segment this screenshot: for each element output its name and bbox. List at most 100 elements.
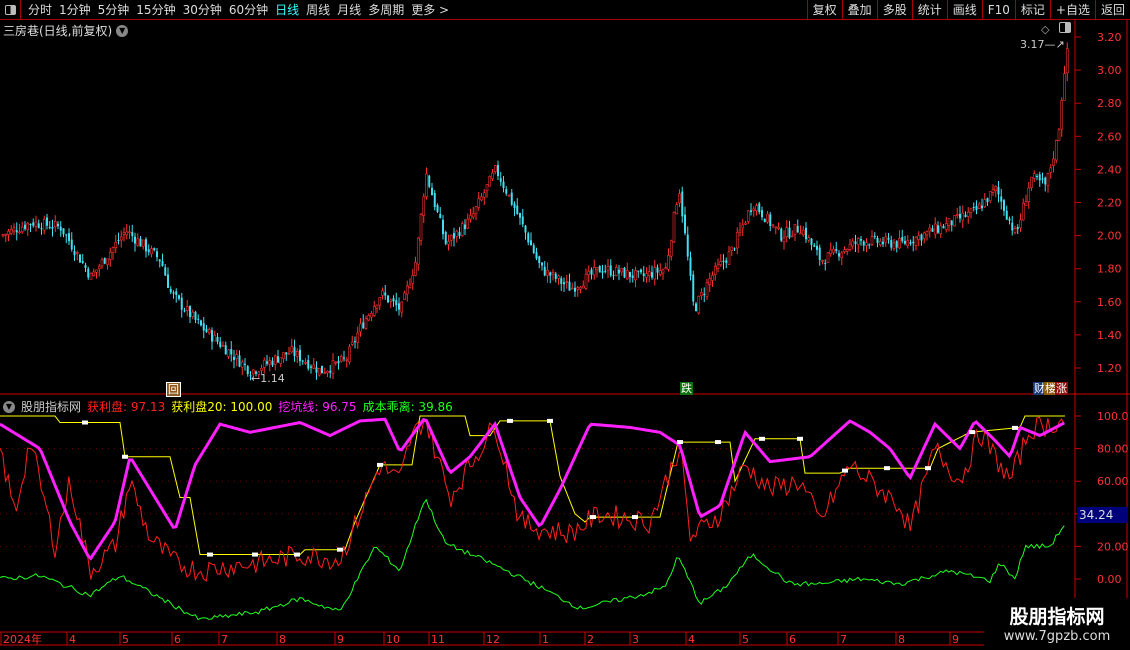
chart-canvas[interactable]: 3.20 3.00 2.80 2.60 2.40 2.20 2.00 1.80 1.60 1.40… (0, 0, 1130, 650)
candle-body (766, 213, 769, 223)
candle-body (719, 261, 723, 265)
candle-body (933, 223, 937, 235)
candle-body (799, 232, 802, 235)
candle-body (37, 223, 40, 228)
candle-body (356, 332, 360, 343)
diamond-icon[interactable]: ◇ (1040, 23, 1050, 36)
candle-body (917, 235, 921, 240)
candle-body (813, 245, 816, 247)
candle-body (983, 199, 987, 208)
candle-body (656, 267, 659, 273)
candle-body (1038, 174, 1041, 181)
candle-body (678, 193, 681, 204)
chevron-down-icon[interactable]: ▼ (3, 400, 15, 413)
candle-body (131, 232, 134, 236)
candle-body (997, 187, 1000, 195)
candle-body (1027, 187, 1031, 202)
candle-body (172, 292, 175, 294)
candle-body (818, 247, 821, 260)
candle-body (200, 320, 202, 326)
signal-marker (207, 552, 213, 557)
candle-body (1008, 218, 1011, 221)
candle-body (221, 344, 225, 347)
candle-body (592, 267, 596, 276)
candle-body (428, 175, 431, 187)
candle-body (942, 225, 945, 229)
marker-die[interactable]: 跌 (680, 382, 693, 395)
candle-body (65, 234, 68, 236)
candle-body (640, 269, 642, 273)
candle-body (122, 232, 126, 235)
candle-body (317, 368, 321, 376)
candle-body (70, 239, 73, 250)
candle-body (777, 226, 780, 229)
candle-body (331, 360, 335, 374)
candle-body (436, 205, 439, 212)
candle-body (350, 341, 354, 345)
candle-body (103, 258, 106, 264)
price-tick-label: 1.20 (1097, 362, 1122, 375)
signal-marker (547, 418, 553, 423)
candle-body (46, 217, 48, 226)
candle-body (686, 234, 689, 257)
indicator-name[interactable]: 股朋指标网 (21, 398, 81, 415)
candle-body (293, 347, 296, 357)
candle-body (1041, 178, 1044, 180)
candle-body (89, 273, 93, 280)
candle-body (425, 173, 428, 198)
candle-body (955, 214, 959, 216)
candle-body (106, 258, 109, 265)
candle-body (669, 240, 673, 257)
time-label: 8 (279, 633, 286, 646)
candle-body (763, 218, 766, 223)
marker-zhang[interactable]: 涨 (1055, 382, 1068, 395)
candle-body (838, 253, 840, 257)
candle-body (180, 297, 183, 310)
candle-body (268, 360, 272, 365)
signal-marker (759, 436, 765, 441)
candle-body (953, 215, 956, 227)
candle-body (1044, 177, 1047, 185)
candle-body (1063, 73, 1066, 101)
candle-body (431, 187, 433, 196)
candle-body (906, 240, 910, 246)
candle-body (100, 259, 104, 267)
panel-icon[interactable] (1059, 22, 1071, 33)
candle-body (1032, 173, 1036, 179)
candle-body (422, 196, 426, 216)
candle-body (191, 311, 195, 317)
candle-body (614, 267, 618, 276)
candle-body (1000, 196, 1003, 202)
candle-body (364, 318, 368, 329)
candle-body (667, 255, 670, 270)
candle-body (769, 214, 772, 226)
candle-body (488, 176, 492, 187)
time-label: 1 (542, 633, 549, 646)
candle-body (925, 231, 929, 236)
marker-hui[interactable]: 回 (166, 382, 181, 397)
candle-body (560, 278, 563, 284)
candle-body (854, 241, 857, 244)
candle-body (912, 241, 915, 244)
candle-body (384, 292, 387, 296)
candle-body (471, 213, 475, 218)
candle-body (733, 248, 736, 250)
candle-body (282, 352, 285, 359)
candle-body (692, 274, 695, 302)
candle-body (1036, 176, 1038, 178)
candle-body (185, 306, 189, 311)
candle-body (914, 236, 918, 246)
candle-body (909, 242, 912, 244)
candle-body (563, 282, 565, 285)
candle-body (285, 352, 288, 355)
signal-marker (925, 466, 931, 471)
candle-body (807, 237, 811, 241)
candle-body (290, 346, 294, 353)
candle-body (568, 281, 571, 291)
time-label: 2 (587, 633, 594, 646)
candle-body (672, 212, 676, 243)
candle-body (810, 238, 813, 245)
candle-body (34, 221, 38, 227)
candle-body (387, 295, 389, 303)
candle-body (887, 237, 890, 240)
